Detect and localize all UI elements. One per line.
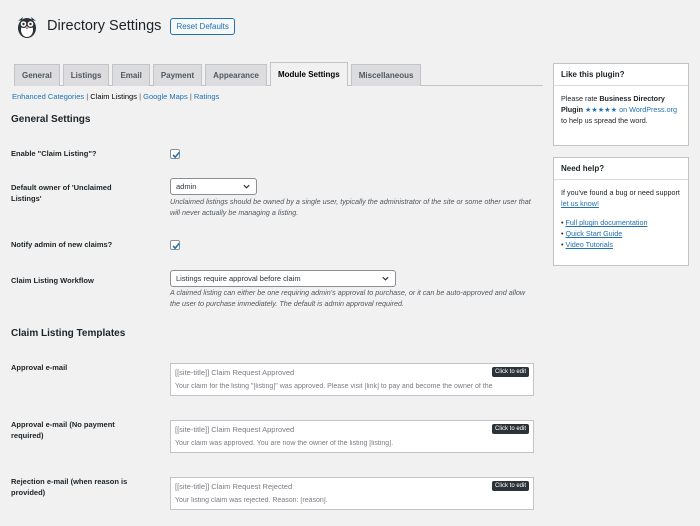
list-item: • Video Tutorials <box>561 239 681 250</box>
subnav-google-maps[interactable]: Google Maps <box>143 92 188 101</box>
list-item: • Full plugin documentation <box>561 217 681 228</box>
general-settings-heading: General Settings <box>11 114 91 125</box>
click-to-edit-button[interactable]: Click to edit <box>491 481 529 491</box>
page-header: Directory Settings Reset Defaults <box>14 12 235 40</box>
plugin-logo <box>14 13 40 39</box>
bullet: • <box>561 229 564 238</box>
checkmark-icon <box>172 242 180 250</box>
default-owner-value: admin <box>176 182 197 191</box>
tab-general[interactable]: General <box>14 64 60 86</box>
templates-heading: Claim Listing Templates <box>11 328 126 339</box>
template-subject: [[site-title]] Claim Request Approved <box>175 425 295 434</box>
subnav-claim-listings: Claim Listings <box>90 92 137 101</box>
workflow-label: Claim Listing Workflow <box>11 276 94 285</box>
list-item: • Quick Start Guide <box>561 228 681 239</box>
default-owner-select[interactable]: admin <box>170 178 257 195</box>
video-tutorials-link[interactable]: Video Tutorials <box>566 240 613 249</box>
tab-listings[interactable]: Listings <box>62 64 110 86</box>
quick-start-guide-link[interactable]: Quick Start Guide <box>566 229 623 238</box>
rejection-email-template[interactable]: [[site-title]] Claim Request Rejected Yo… <box>170 477 534 510</box>
need-help-title: Need help? <box>554 158 688 180</box>
need-help-body: If you've found a bug or need support le… <box>554 180 688 257</box>
bullet: • <box>561 240 564 249</box>
enable-claim-checkbox[interactable] <box>170 149 180 159</box>
enable-claim-label: Enable "Claim Listing"? <box>11 149 97 158</box>
template-label: Approval e-mail <box>11 363 68 372</box>
template-body: Your listing claim was rejected. Reason:… <box>175 497 328 504</box>
like-plugin-box: Like this plugin? Please rate Business D… <box>553 63 689 146</box>
full-documentation-link[interactable]: Full plugin documentation <box>566 218 648 227</box>
subnav-enhanced-categories[interactable]: Enhanced Categories <box>12 92 84 101</box>
click-to-edit-button[interactable]: Click to edit <box>491 424 529 434</box>
approval-no-payment-email-template[interactable]: [[site-title]] Claim Request Approved Yo… <box>170 420 534 453</box>
tab-email[interactable]: Email <box>112 64 150 86</box>
need-help-text: If you've found a bug or need support <box>561 188 680 197</box>
tab-module-settings[interactable]: Module Settings <box>269 62 348 86</box>
notify-admin-label: Notify admin of new claims? <box>11 240 113 249</box>
click-to-edit-button[interactable]: Click to edit <box>491 367 529 377</box>
like-text-after: to help us spread the word. <box>561 116 648 125</box>
tab-payment[interactable]: Payment <box>152 64 203 86</box>
subnav-ratings[interactable]: Ratings <box>194 92 219 101</box>
like-text-before: Please rate <box>561 94 600 103</box>
template-body: Your claim was approved. You are now the… <box>175 440 394 447</box>
tab-appearance[interactable]: Appearance <box>205 64 267 86</box>
tab-miscellaneous[interactable]: Miscellaneous <box>350 64 422 86</box>
default-owner-label: Default owner of 'Unclaimed Listings' <box>11 183 112 203</box>
notify-admin-checkbox[interactable] <box>170 240 180 250</box>
let-us-know-link[interactable]: let us know! <box>561 199 599 208</box>
rating-stars-icon: ★★★★★ <box>584 105 618 114</box>
default-owner-description: Unclaimed listings should be owned by a … <box>170 197 531 217</box>
reset-defaults-button[interactable]: Reset Defaults <box>170 17 235 35</box>
chevron-down-icon <box>243 184 250 189</box>
template-label: Rejection e-mail (when reason is provide… <box>11 477 128 497</box>
template-label: Approval e-mail (No payment required) <box>11 420 115 440</box>
rate-plugin-link[interactable]: ★★★★★ on WordPress.org <box>585 105 677 114</box>
workflow-select[interactable]: Listings require approval before claim <box>170 270 396 287</box>
template-subject: [[site-title]] Claim Request Rejected <box>175 482 293 491</box>
chevron-down-icon <box>382 276 389 281</box>
page-title: Directory Settings <box>47 18 162 34</box>
subnav-separator: | <box>86 92 89 101</box>
help-links-list: • Full plugin documentation • Quick Star… <box>561 217 681 250</box>
rate-link-text: on WordPress.org <box>617 105 677 114</box>
checkmark-icon <box>172 151 180 159</box>
module-subnav: Enhanced Categories | Claim Listings | G… <box>12 92 219 101</box>
template-body: Your claim for the listing "[listing]" w… <box>175 383 493 390</box>
template-subject: [[site-title]] Claim Request Approved <box>175 368 295 377</box>
subnav-separator: | <box>139 92 142 101</box>
need-help-box: Need help? If you've found a bug or need… <box>553 157 689 266</box>
like-plugin-title: Like this plugin? <box>554 64 688 86</box>
settings-tabs: General Listings Email Payment Appearanc… <box>14 61 543 86</box>
workflow-value: Listings require approval before claim <box>176 274 301 283</box>
like-plugin-body: Please rate Business Directory Plugin ★★… <box>554 86 688 133</box>
bullet: • <box>561 218 564 227</box>
workflow-description: A claimed listing can either be one requ… <box>170 288 526 308</box>
subnav-separator: | <box>189 92 192 101</box>
approval-email-template[interactable]: [[site-title]] Claim Request Approved Yo… <box>170 363 534 396</box>
